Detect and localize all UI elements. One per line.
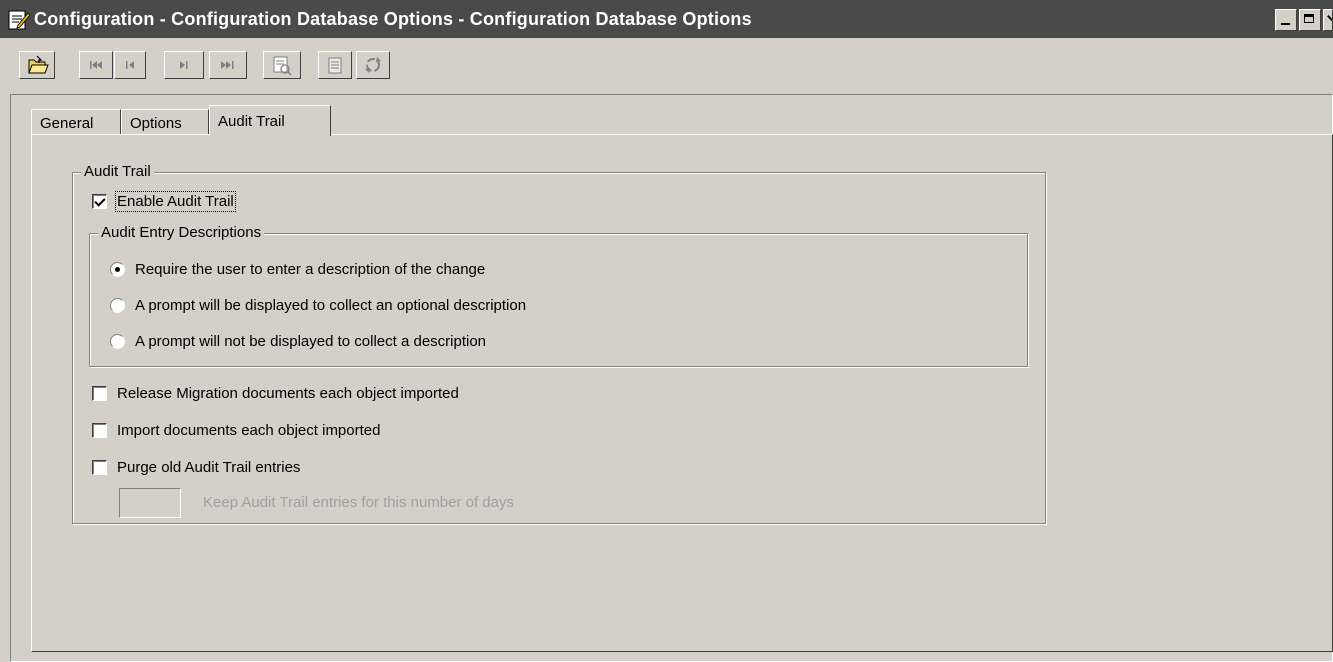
keep-days-input[interactable] — [119, 488, 181, 518]
toolbar — [0, 38, 1333, 90]
no-description-radio-dot[interactable] — [110, 334, 125, 349]
release-migration-check[interactable] — [92, 386, 107, 401]
audit-trail-group: Audit Trail Enable Audit Trail Audit Ent… — [72, 163, 1046, 524]
main-panel: General Options Audit Trail Audit Trail … — [10, 94, 1333, 662]
audit-trail-group-label: Audit Trail — [81, 163, 154, 180]
keep-days-label: Keep Audit Trail entries for this number… — [203, 494, 514, 511]
enable-audit-trail-check[interactable] — [92, 194, 107, 209]
window-title: Configuration - Configuration Database O… — [34, 9, 752, 29]
maximize-button[interactable] — [1299, 9, 1321, 31]
no-description-radio[interactable]: A prompt will not be displayed to collec… — [110, 333, 486, 350]
purge-audit-trail-check[interactable] — [92, 460, 107, 475]
release-migration-label: Release Migration documents each object … — [117, 385, 459, 402]
enable-audit-trail-label: Enable Audit Trail — [115, 191, 236, 212]
properties-button[interactable] — [318, 51, 352, 79]
no-description-label: A prompt will not be displayed to collec… — [135, 333, 487, 350]
previous-record-button[interactable] — [114, 51, 146, 79]
window-controls — [1273, 9, 1333, 31]
tab-general[interactable]: General — [31, 109, 121, 135]
purge-audit-trail-label: Purge old Audit Trail entries — [117, 459, 301, 476]
close-button[interactable] — [1323, 9, 1333, 31]
import-documents-check[interactable] — [92, 423, 107, 438]
title-bar[interactable]: Configuration - Configuration Database O… — [0, 0, 1333, 38]
tab-audit-trail[interactable]: Audit Trail — [209, 105, 331, 136]
first-record-button[interactable] — [79, 51, 113, 79]
tab-general-label: General — [40, 115, 94, 132]
next-record-button[interactable] — [164, 51, 204, 79]
optional-description-label: A prompt will be displayed to collect an… — [135, 297, 527, 314]
import-documents-label: Import documents each object imported — [117, 422, 381, 439]
require-description-label: Require the user to enter a description … — [135, 261, 486, 278]
purge-audit-trail-checkbox[interactable]: Purge old Audit Trail entries — [92, 459, 300, 476]
notepad-edit-icon — [8, 9, 31, 31]
open-button[interactable] — [19, 51, 55, 79]
require-description-radio[interactable]: Require the user to enter a description … — [110, 261, 485, 278]
print-preview-button[interactable] — [263, 51, 301, 79]
require-description-radio-dot[interactable] — [110, 262, 125, 277]
enable-audit-trail-checkbox[interactable]: Enable Audit Trail — [92, 191, 236, 212]
last-record-button[interactable] — [209, 51, 247, 79]
audit-entry-descriptions-label: Audit Entry Descriptions — [98, 224, 265, 241]
optional-description-radio[interactable]: A prompt will be displayed to collect an… — [110, 297, 526, 314]
audit-trail-tab-page: Audit Trail Enable Audit Trail Audit Ent… — [31, 134, 1333, 652]
tab-options[interactable]: Options — [121, 109, 209, 135]
tab-options-label: Options — [130, 115, 182, 132]
tab-audit-trail-label: Audit Trail — [218, 113, 285, 130]
import-documents-checkbox[interactable]: Import documents each object imported — [92, 422, 380, 439]
release-migration-checkbox[interactable]: Release Migration documents each object … — [92, 385, 459, 402]
minimize-button[interactable] — [1275, 9, 1297, 31]
optional-description-radio-dot[interactable] — [110, 298, 125, 313]
audit-entry-descriptions-group: Audit Entry Descriptions Require the use… — [89, 224, 1028, 367]
refresh-button[interactable] — [356, 51, 390, 79]
